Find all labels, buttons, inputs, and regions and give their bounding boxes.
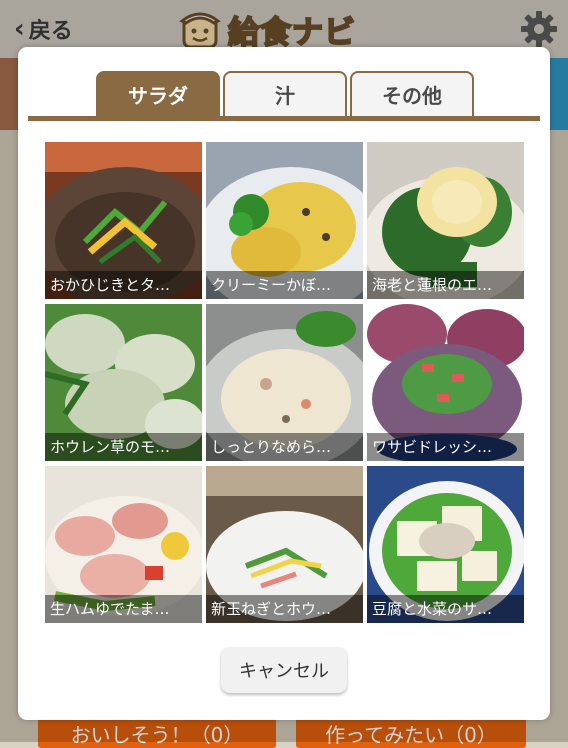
category-tabs: サラダ 汁 その他 [28,71,540,121]
dish-caption: 生ハムゆでたま… [45,595,202,623]
dish-grid: おかひじきとタ… クリーミーかぼ… 海老と蓮根のエ… ホウレン草のモ… しっとり… [45,142,524,623]
tab-other[interactable]: その他 [350,71,474,116]
tab-underline [28,116,540,121]
dish-caption: ワサビドレッシ… [367,433,524,461]
dish-caption: おかひじきとタ… [45,271,202,299]
dish-caption: 新玉ねぎとホウ… [206,595,363,623]
dish-tile[interactable]: 海老と蓮根のエ… [367,142,524,299]
dish-tile[interactable]: クリーミーかぼ… [206,142,363,299]
dish-tile[interactable]: しっとりなめら… [206,304,363,461]
dish-picker-modal: サラダ 汁 その他 おかひじきとタ… クリーミーかぼ… 海老と蓮根のエ… ホウレ… [18,47,550,720]
dish-caption: しっとりなめら… [206,433,363,461]
dish-caption: ホウレン草のモ… [45,433,202,461]
dish-tile[interactable]: ワサビドレッシ… [367,304,524,461]
tab-salad[interactable]: サラダ [96,71,220,116]
dish-caption: クリーミーかぼ… [206,271,363,299]
dish-caption: 海老と蓮根のエ… [367,271,524,299]
dish-tile[interactable]: 生ハムゆでたま… [45,466,202,623]
tab-soup[interactable]: 汁 [223,71,347,116]
cancel-button[interactable]: キャンセル [221,647,347,693]
dish-caption: 豆腐と水菜のサ… [367,595,524,623]
dish-tile[interactable]: おかひじきとタ… [45,142,202,299]
dish-tile[interactable]: 豆腐と水菜のサ… [367,466,524,623]
dish-tile[interactable]: ホウレン草のモ… [45,304,202,461]
dish-tile[interactable]: 新玉ねぎとホウ… [206,466,363,623]
